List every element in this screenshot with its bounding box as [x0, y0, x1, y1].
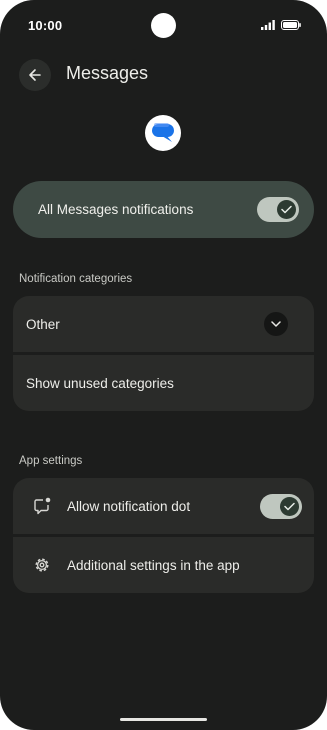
- check-icon: [281, 205, 292, 214]
- category-other-label: Other: [26, 317, 60, 332]
- system-icons: [261, 20, 301, 30]
- messages-app-icon: [145, 115, 181, 151]
- notification-dot-label: Allow notification dot: [67, 499, 191, 514]
- category-other-row[interactable]: Other: [13, 296, 314, 352]
- app-bar: Messages: [0, 55, 327, 95]
- status-bar: 10:00: [0, 0, 327, 50]
- switch-knob: [280, 497, 299, 516]
- show-unused-categories-label: Show unused categories: [26, 376, 174, 391]
- chevron-down-icon: [271, 321, 281, 327]
- check-icon: [284, 502, 295, 511]
- camera-cutout: [151, 13, 176, 38]
- notification-dot-icon: [32, 496, 52, 516]
- chat-bubble-icon: [152, 123, 174, 142]
- gear-icon: [32, 555, 52, 575]
- app-settings-heading: App settings: [19, 455, 83, 467]
- all-notifications-switch[interactable]: [257, 197, 299, 222]
- phone-screen: 10:00 Messages All Messages notification…: [0, 0, 327, 730]
- all-notifications-toggle-row[interactable]: All Messages notifications: [13, 181, 314, 238]
- switch-knob: [277, 200, 296, 219]
- all-notifications-label: All Messages notifications: [38, 202, 194, 217]
- notification-dot-switch[interactable]: [260, 494, 302, 519]
- expand-button[interactable]: [264, 312, 288, 336]
- notification-dot-row[interactable]: Allow notification dot: [13, 478, 314, 534]
- status-time: 10:00: [28, 18, 63, 33]
- show-unused-categories-row[interactable]: Show unused categories: [13, 355, 314, 411]
- page-title: Messages: [66, 63, 149, 83]
- arrow-back-icon: [29, 69, 41, 81]
- back-button[interactable]: [19, 59, 51, 91]
- notification-categories-heading: Notification categories: [19, 273, 133, 285]
- additional-settings-label: Additional settings in the app: [67, 558, 240, 573]
- signal-icon: [261, 20, 275, 30]
- additional-settings-row[interactable]: Additional settings in the app: [13, 537, 314, 593]
- battery-icon: [281, 20, 301, 30]
- home-indicator[interactable]: [120, 718, 207, 721]
